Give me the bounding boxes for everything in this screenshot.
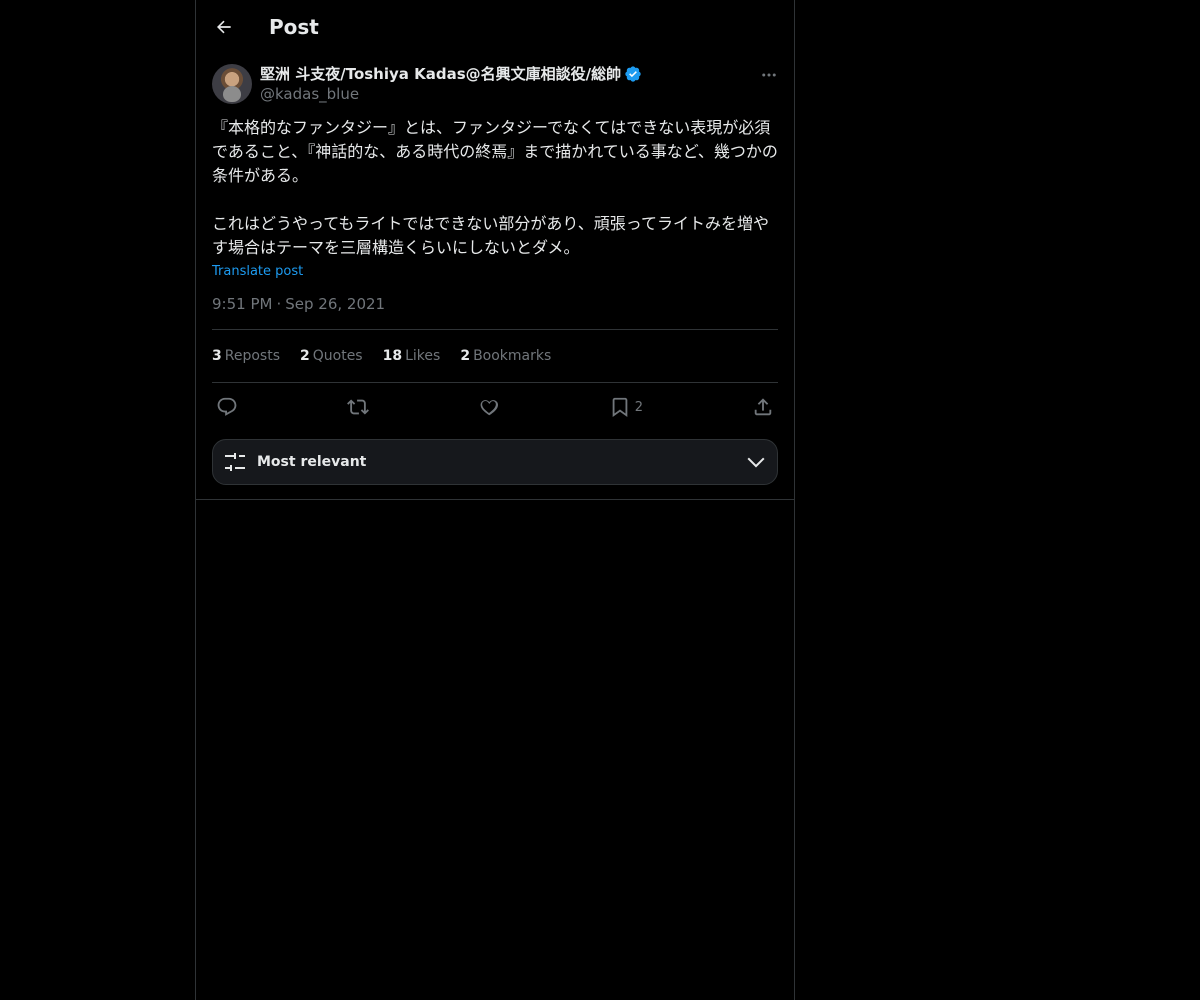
repost-button[interactable] — [346, 396, 369, 418]
share-icon — [754, 398, 772, 416]
quotes-stat[interactable]: 2 Quotes — [300, 348, 363, 364]
arrow-left-icon — [217, 20, 231, 34]
bookmark-count: 2 — [634, 399, 644, 415]
bookmarks-count: 2 — [460, 348, 471, 364]
more-horizontal-icon — [762, 73, 776, 77]
heart-icon — [480, 400, 498, 416]
reply-sort-dropdown[interactable]: Most relevant — [212, 439, 778, 485]
author-handle[interactable]: @kadas_blue — [260, 84, 642, 104]
reposts-count: 3 — [212, 348, 222, 364]
translate-post-link[interactable]: Translate post — [212, 264, 303, 279]
sort-label: Most relevant — [257, 454, 367, 470]
more-button[interactable] — [760, 66, 778, 88]
page-title: Post — [269, 15, 319, 39]
post-text: 『本格的なファンタジー』とは、ファンタジーでなくてはできない表現が必須であること… — [212, 116, 778, 260]
bookmark-button[interactable]: 2 — [609, 396, 643, 418]
author-meta: 堅洲 斗支夜/Toshiya Kadas@名興文庫相談役/総帥 @kadas_b… — [260, 64, 642, 104]
reply-button[interactable] — [216, 396, 238, 418]
author-display-name[interactable]: 堅洲 斗支夜/Toshiya Kadas@名興文庫相談役/総帥 — [260, 64, 642, 84]
like-button[interactable] — [478, 396, 500, 418]
bookmarks-stat[interactable]: 2 Bookmarks — [460, 348, 551, 364]
post-time[interactable]: 9:51 PM — [212, 295, 272, 313]
likes-stat[interactable]: 18 Likes — [383, 348, 441, 364]
author-name-text: 堅洲 斗支夜/Toshiya Kadas@名興文庫相談役/総帥 — [260, 65, 622, 83]
post-paragraph: 『本格的なファンタジー』とは、ファンタジーでなくてはできない表現が必須であること… — [212, 118, 778, 185]
back-button[interactable] — [212, 15, 236, 39]
post-timestamp: 9:51 PM · Sep 26, 2021 — [212, 295, 778, 330]
page-header: Post — [196, 0, 794, 54]
repost-icon — [346, 399, 369, 415]
bookmarks-label: Bookmarks — [473, 348, 552, 364]
likes-label: Likes — [405, 348, 441, 364]
chevron-down-icon — [747, 457, 765, 468]
sliders-icon — [225, 453, 245, 471]
verified-badge-icon — [625, 66, 641, 82]
main-column: Post 堅洲 斗支夜/Toshiya Kadas@名興文庫相談役/総帥 @ka… — [195, 0, 795, 1000]
timestamp-separator: · — [276, 295, 282, 313]
bookmark-icon — [612, 397, 628, 418]
quotes-label: Quotes — [312, 348, 363, 364]
post: 堅洲 斗支夜/Toshiya Kadas@名興文庫相談役/総帥 @kadas_b… — [196, 64, 794, 485]
post-paragraph: これはどうやってもライトではできない部分があり、頑張ってライトみを増やす場合はテ… — [212, 214, 769, 257]
reposts-label: Reposts — [224, 348, 280, 364]
section-divider — [196, 499, 794, 500]
reply-icon — [217, 397, 237, 416]
likes-count: 18 — [382, 348, 403, 364]
author-row: 堅洲 斗支夜/Toshiya Kadas@名興文庫相談役/総帥 @kadas_b… — [212, 64, 778, 104]
post-stats: 3 Reposts 2 Quotes 18 Likes 2 Bookmarks — [212, 330, 778, 383]
post-actions: 2 — [212, 383, 778, 431]
avatar[interactable] — [212, 64, 252, 104]
post-date[interactable]: Sep 26, 2021 — [285, 295, 385, 313]
reposts-stat[interactable]: 3 Reposts — [212, 348, 280, 364]
quotes-count: 2 — [300, 348, 310, 364]
share-button[interactable] — [752, 396, 774, 418]
